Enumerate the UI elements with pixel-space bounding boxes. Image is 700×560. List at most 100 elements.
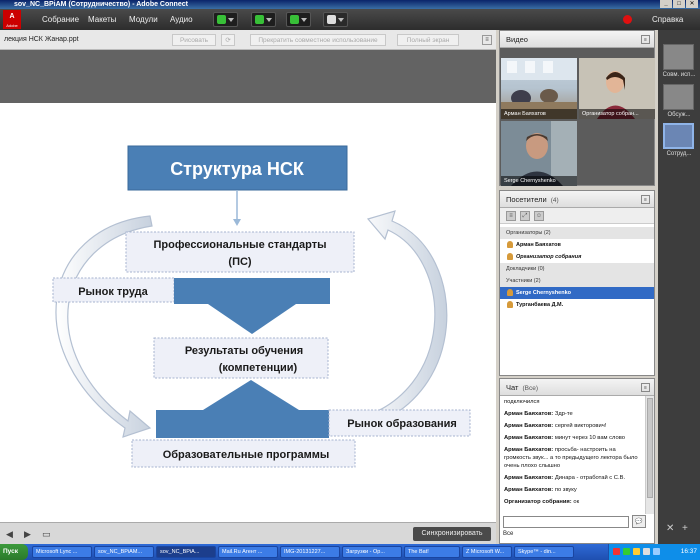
presentation-slide: Структура НСК Профессиональные стандарты… <box>0 103 496 512</box>
send-message-icon[interactable]: 💬 <box>632 515 646 528</box>
share-pod-header: лекция НСК Жанар.ppt Рисовать ⟳ Прекрати… <box>0 30 496 50</box>
attendee-row[interactable]: Арман Баяхатов <box>500 239 654 251</box>
right-cycle-arrow <box>355 210 448 430</box>
raise-hand-icon[interactable] <box>323 12 348 27</box>
adobe-logo-icon: A Adobe <box>3 10 21 29</box>
video-tile[interactable]: Организатор собран... <box>579 58 655 119</box>
synchronize-button[interactable]: Синхронизировать <box>413 527 491 541</box>
window-title: sov_NC_BPiAM (Сотрудничество) - Adobe Co… <box>14 1 188 8</box>
slide-diagram: Структура НСК Профессиональные стандарты… <box>52 145 471 468</box>
chat-scrollbar[interactable] <box>645 396 654 514</box>
up-arrow-head <box>203 380 299 410</box>
video-tile[interactable]: Арман Баяхатов <box>501 58 577 119</box>
menu-audio[interactable]: Аудио <box>170 15 193 24</box>
layout-label: Совм. исп... <box>662 72 696 78</box>
close-icon[interactable]: ✕ <box>686 0 698 8</box>
microphone-icon[interactable] <box>251 12 276 27</box>
video-tile[interactable]: Serge Chernyshenko <box>501 121 577 186</box>
video-tile-label: Организатор собран... <box>579 109 655 119</box>
fullscreen-button[interactable]: Полный экран <box>397 34 459 46</box>
attendee-count: (4) <box>550 197 559 204</box>
taskbar-button[interactable]: Z Microsoft W... <box>462 546 512 558</box>
pod-options-icon[interactable]: ≡ <box>482 35 492 45</box>
slide-title: Структура НСК <box>170 159 305 179</box>
layouts-bar: Совм. исп... Обсуж... Сотруд... ✕ + <box>658 30 700 544</box>
taskbar-button[interactable]: sov_NC_BPiAM... <box>94 546 154 558</box>
chat-recipient[interactable]: Все <box>503 531 513 537</box>
draw-button[interactable]: Рисовать <box>172 34 216 46</box>
taskbar-button[interactable]: Skype™ - din... <box>514 546 574 558</box>
chat-messages: подключился Арман Баяхатов: Здр-те Арман… <box>500 396 644 514</box>
tray-icon[interactable] <box>613 548 620 555</box>
record-icon[interactable] <box>623 15 632 24</box>
taskbar: Пуск Microsoft Lync ... sov_NC_BPiAM... … <box>0 544 700 560</box>
layout-label: Обсуж... <box>667 112 691 118</box>
taskbar-button[interactable]: Microsoft Lync ... <box>32 546 92 558</box>
pod-options-icon[interactable]: ≡ <box>641 195 650 204</box>
prev-slide-icon[interactable]: ◀ <box>6 529 13 540</box>
chat-pod-header: Чат (Все) ≡ <box>500 379 654 396</box>
minimize-icon[interactable]: _ <box>660 0 672 8</box>
system-tray: 16:37 <box>608 544 700 560</box>
chat-message: Арман Баяхатов: по звуку <box>504 487 577 493</box>
next-slide-icon[interactable]: ▶ <box>24 529 31 540</box>
attendee-group-presenters[interactable]: Докладчики (0) <box>500 263 654 275</box>
menu-meeting[interactable]: Собрание <box>42 15 79 24</box>
taskbar-button-active[interactable]: sov_NC_BPiA... <box>156 546 216 558</box>
attendee-group-hosts[interactable]: Организаторы (2) <box>500 227 654 239</box>
share-pod: лекция НСК Жанар.ppt Рисовать ⟳ Прекрати… <box>0 30 496 544</box>
tray-icon[interactable] <box>623 548 630 555</box>
outcomes-line1: Результаты обучения <box>185 345 303 357</box>
layout-thumb[interactable] <box>663 84 694 110</box>
attendees-pod-header: Посетители (4) ≡ <box>500 191 654 208</box>
volume-icon[interactable] <box>643 548 650 555</box>
chat-pod-title: Чат <box>506 383 519 392</box>
taskbar-button[interactable]: The Bat! <box>404 546 460 558</box>
chat-message: Арман Баяхатов: сергей викторович! <box>504 423 607 429</box>
attendee-row[interactable]: Турганбаева Д.М. <box>500 299 654 311</box>
thumbnails-icon[interactable]: ▭ <box>42 529 51 540</box>
taskbar-button[interactable]: Mail.Ru Агент ... <box>218 546 278 558</box>
list-view-icon[interactable]: ≡ <box>506 211 516 221</box>
menu-pods[interactable]: Модули <box>129 15 158 24</box>
pod-options-icon[interactable]: ≡ <box>641 383 650 392</box>
help-menu[interactable]: Справка <box>652 15 683 24</box>
sync-icon[interactable]: ⟳ <box>221 34 235 46</box>
speaker-icon[interactable] <box>213 12 238 27</box>
chat-input[interactable] <box>503 516 629 528</box>
video-tile-label: Арман Баяхатов <box>501 109 577 119</box>
taskbar-button[interactable]: Загрузки - Op... <box>342 546 402 558</box>
stop-sharing-button[interactable]: Прекратить совместное использование <box>250 34 386 46</box>
video-pod: Видео ≡ Арман Баяхатов Организатор собра… <box>499 30 655 186</box>
video-pod-header: Видео ≡ <box>500 31 654 48</box>
user-icon <box>507 253 513 260</box>
programs-label: Образовательные программы <box>163 449 330 461</box>
layout-thumb-active[interactable] <box>663 123 694 149</box>
attendee-group-participants[interactable]: Участники (2) <box>500 275 654 287</box>
prof-standards-line1: Профессиональные стандарты <box>154 239 327 251</box>
labor-market-label: Рынок труда <box>78 286 148 298</box>
clock: 16:37 <box>680 548 697 555</box>
tools-icon[interactable]: ✕ <box>666 523 674 534</box>
tray-icon[interactable] <box>633 548 640 555</box>
chat-scope: (Все) <box>522 385 538 392</box>
add-layout-icon[interactable]: + <box>682 523 688 534</box>
education-market-label: Рынок образования <box>347 418 457 430</box>
user-icon <box>507 301 513 308</box>
taskbar-button[interactable]: IMG-20131227... <box>280 546 340 558</box>
attendee-row-selected[interactable]: Serge Chernyshenko <box>500 287 654 299</box>
maximize-icon[interactable]: □ <box>673 0 685 8</box>
pod-options-icon[interactable]: ≡ <box>641 35 650 44</box>
expand-icon[interactable]: ⤢ <box>520 211 530 221</box>
network-icon[interactable] <box>653 548 660 555</box>
start-button[interactable]: Пуск <box>0 544 28 560</box>
video-area: Арман Баяхатов Организатор собран... Ser… <box>500 48 655 186</box>
webcam-icon[interactable] <box>286 12 311 27</box>
menu-layouts[interactable]: Макеты <box>88 15 116 24</box>
user-icon[interactable]: ☺ <box>534 211 544 221</box>
window-title-bar: sov_NC_BPiAM (Сотрудничество) - Adobe Co… <box>0 0 700 9</box>
layout-thumb[interactable] <box>663 44 694 70</box>
attendee-row[interactable]: Организатор собрания <box>500 251 654 263</box>
title-connector-arrow <box>233 219 241 226</box>
chat-pod: Чат (Все) ≡ подключился Арман Баяхатов: З… <box>499 378 655 544</box>
